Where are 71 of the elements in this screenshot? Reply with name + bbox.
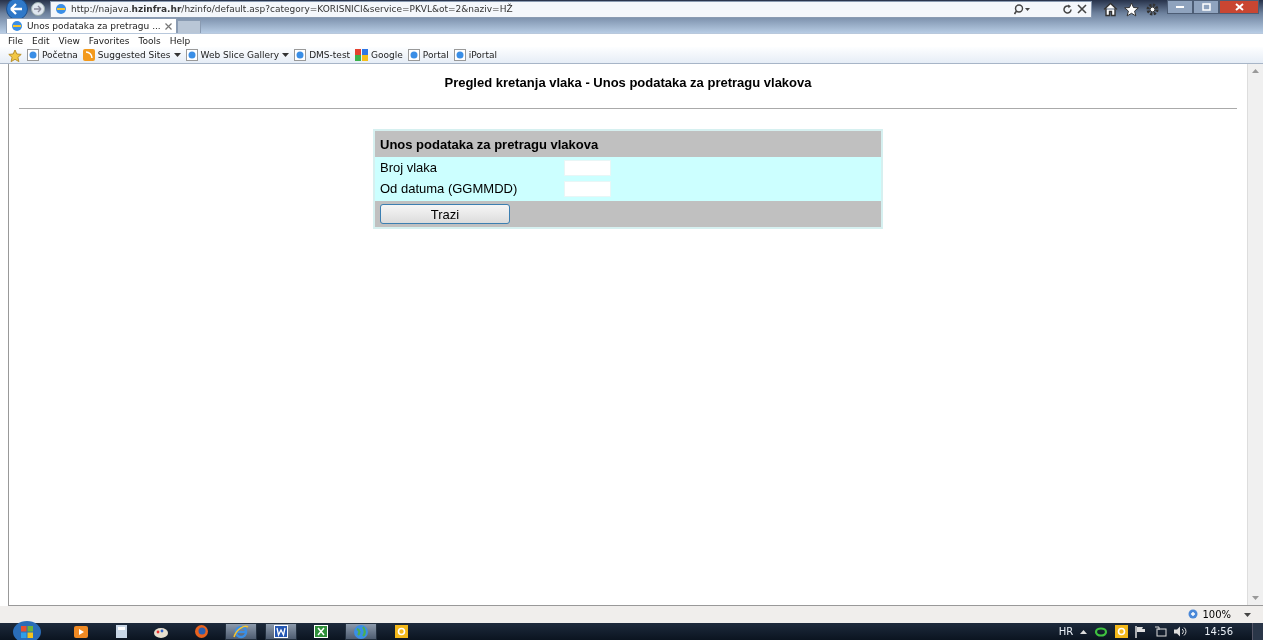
input-field[interactable] <box>564 180 611 197</box>
page-icon <box>27 49 39 61</box>
page-icon <box>185 49 198 61</box>
page-icon <box>11 20 23 32</box>
favorites-star-icon[interactable] <box>8 48 22 62</box>
menu-item[interactable]: Edit <box>32 35 50 46</box>
page-icon <box>453 49 466 61</box>
page-icon <box>407 49 420 61</box>
favorites-link[interactable]: Portal <box>407 49 449 61</box>
spreadsheet-icon <box>314 625 328 638</box>
address-bar[interactable]: http://najava.hzinfra.hr/hzinfo/default.asp?category=KORISNICI&service=PKVL&ot=2&naziv=HŽ <box>50 0 1092 18</box>
caret-icon <box>1244 612 1251 617</box>
media-player-icon <box>74 625 88 638</box>
favorites-link[interactable]: Suggested Sites <box>82 49 181 61</box>
page-icon <box>294 49 307 61</box>
globe-icon <box>354 624 368 639</box>
maximize-button[interactable] <box>1193 0 1219 14</box>
taskbar-app[interactable] <box>225 623 257 640</box>
close-icon[interactable] <box>164 22 172 30</box>
menu-item[interactable]: File <box>8 35 24 46</box>
menu-item[interactable]: Tools <box>138 35 161 46</box>
minimize-icon <box>1176 5 1184 9</box>
favorites-link[interactable]: Google <box>355 49 403 61</box>
clock[interactable]: 14:56 <box>1204 626 1233 637</box>
feed-icon <box>82 49 95 61</box>
taskbar-app[interactable] <box>265 623 297 640</box>
forward-arrow-icon <box>31 2 45 16</box>
favorites-link[interactable]: DMS-test <box>294 49 351 61</box>
tray-expand-icon[interactable] <box>1080 629 1088 634</box>
minimize-button[interactable] <box>1167 0 1193 14</box>
close-window-button[interactable] <box>1219 0 1259 14</box>
word-document-icon <box>274 625 288 638</box>
zoom-icon <box>1188 609 1200 620</box>
page-heading: Pregled kretanja vlaka - Unos podataka za pretragu vlakova <box>444 75 812 90</box>
home-icon[interactable] <box>1103 1 1118 17</box>
zoom-control[interactable]: 100% <box>1188 609 1251 620</box>
url-text: http://najava.hzinfra.hr/hzinfo/default.asp?category=KORISNICI&service=PKVL&ot=2&naziv=HŽ <box>71 4 513 14</box>
settings-icon[interactable] <box>1145 1 1160 17</box>
forward-button[interactable] <box>31 2 45 16</box>
start-button[interactable] <box>12 620 42 640</box>
search-button[interactable]: Trazi <box>380 204 510 224</box>
flag-icon[interactable] <box>1135 625 1148 638</box>
star-icon[interactable] <box>1124 1 1139 17</box>
tab-title: Unos podataka za pretragu ... <box>27 21 161 31</box>
firefox-icon <box>194 625 208 638</box>
menu-item[interactable]: Help <box>169 35 191 46</box>
refresh-icon[interactable] <box>1062 3 1073 15</box>
speaker-icon[interactable] <box>1174 626 1188 637</box>
paint-palette-icon <box>154 625 168 638</box>
google-icon <box>355 49 369 61</box>
outlook-icon[interactable] <box>1115 625 1129 638</box>
network-icon[interactable] <box>1154 626 1168 637</box>
menu-item[interactable]: View <box>58 35 80 46</box>
calculator-icon <box>115 625 127 638</box>
favorites-link[interactable]: Web Slice Gallery <box>185 49 290 61</box>
field-label: Broj vlaka <box>380 160 439 175</box>
favorites-link[interactable]: iPortal <box>453 49 498 61</box>
input-field[interactable] <box>564 159 611 176</box>
page-icon <box>55 3 67 15</box>
menu-item[interactable]: Favorites <box>88 35 130 46</box>
browser-tab[interactable]: Unos podataka za pretragu ... <box>6 18 177 33</box>
language-indicator[interactable]: HR <box>1058 626 1074 637</box>
internet-explorer-icon <box>233 624 249 639</box>
sync-icon[interactable] <box>1094 626 1109 637</box>
close-icon[interactable] <box>1077 4 1087 14</box>
maximize-icon <box>1201 3 1211 11</box>
close-icon <box>1234 3 1244 11</box>
field-label: Od datuma (GGMMDD) <box>380 181 519 196</box>
favorites-link[interactable]: Početna <box>27 49 78 61</box>
outlook-icon <box>394 625 408 638</box>
form-title: Unos podataka za pretragu vlakova <box>375 131 881 157</box>
